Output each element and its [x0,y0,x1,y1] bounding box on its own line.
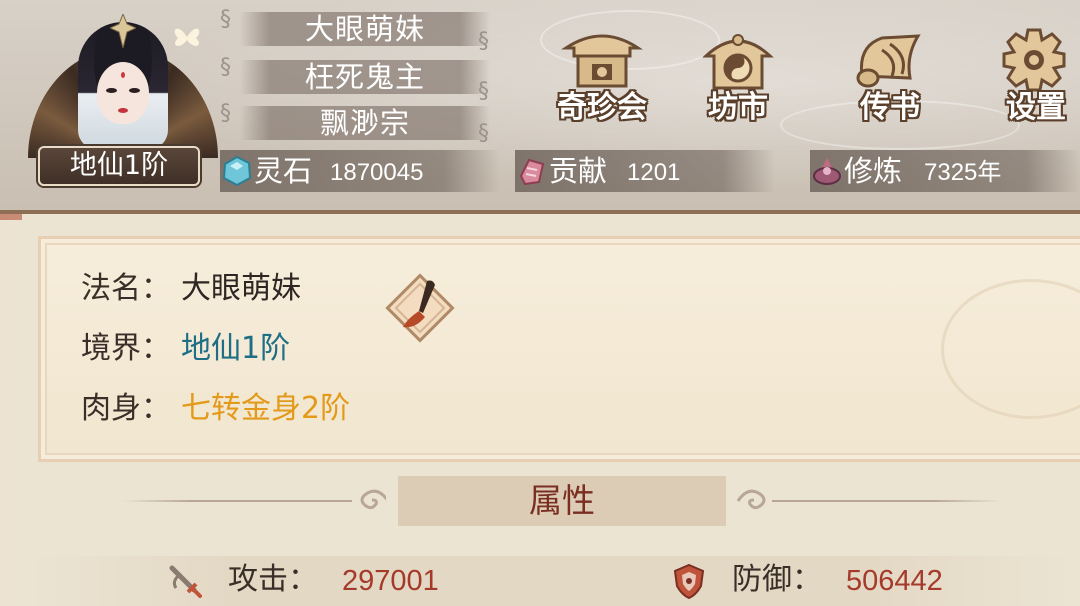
rename-brush-icon[interactable] [381,269,459,347]
dharma-name-value: 大眼萌妹 [181,271,301,306]
attack-stat: 攻击： 297001 [166,556,526,606]
resource-value: 1201 [627,159,681,186]
attributes-header: 属性 [122,476,1002,526]
player-sect: 飘渺宗 [240,106,490,140]
right-eye [129,88,140,93]
spirit-stone-icon [222,155,252,187]
main-content: 法名： 大眼萌妹 境界： 地仙1阶 肉身： 七转金身2阶 属性 攻击： 2970… [22,214,1080,606]
letter-button[interactable]: 传书 [840,26,940,130]
realm-row: 境界： 地仙1阶 [81,329,290,369]
body-row: 肉身： 七转金身2阶 [81,389,350,429]
stats-row: 攻击： 297001 防御： 506442 [22,556,1080,606]
hair-crown-icon [110,14,136,48]
realm-badge: 地仙1阶 [38,146,200,186]
scroll-end-icon: § [220,101,231,126]
menu-label: 坊市 [708,90,768,125]
dharma-name-label: 法名： [81,271,171,306]
defense-value: 506442 [846,565,943,597]
cloud-decoration [941,279,1080,419]
resource-label: 灵石 [254,154,313,188]
player-name: 大眼萌妹 [240,12,490,46]
dharma-name-row: 法名： 大眼萌妹 [81,269,301,309]
market-button[interactable]: 坊市 [688,26,788,130]
contribution-icon [519,158,545,186]
cloud-swirl-icon [736,489,766,510]
identity-panel: 法名： 大眼萌妹 境界： 地仙1阶 肉身： 七转金身2阶 [38,236,1080,462]
cultivation-icon [813,158,841,185]
resource-spirit-stone[interactable]: 灵石 1870045 [220,150,500,192]
settings-button[interactable]: 设置 [986,26,1080,130]
scroll-end-icon: § [478,121,489,146]
butterfly-icon [174,28,200,46]
player-avatar[interactable] [22,8,222,158]
top-header: 地仙1阶 § 大眼萌妹 § § 枉死鬼主 § § 飘渺宗 § 灵石 187004… [0,0,1080,220]
body-label: 肉身： [81,391,171,426]
section-title: 属性 [386,476,738,526]
resource-value: 7325年 [924,159,1002,186]
scroll-end-icon: § [478,79,489,104]
divider-line [772,500,1002,502]
sword-icon [169,565,202,598]
player-title: 枉死鬼主 [240,60,490,94]
character-info-screen: 地仙1阶 § 大眼萌妹 § § 枉死鬼主 § § 飘渺宗 § 灵石 187004… [0,0,1080,606]
menu-label: 设置 [1006,90,1066,125]
realm-label: 境界： [81,331,171,366]
resource-label: 贡献 [549,154,608,188]
defense-label: 防御： [732,562,822,597]
forehead-mark [121,72,125,78]
realm-value: 地仙1阶 [181,331,291,366]
attack-label: 攻击： [228,562,318,597]
shield-icon [673,563,705,600]
resource-label: 修炼 [844,154,903,188]
body-value: 七转金身2阶 [181,391,351,426]
menu-label: 传书 [860,90,920,125]
attack-value: 297001 [342,565,439,597]
resource-contribution[interactable]: 贡献 1201 [515,150,775,192]
lips [118,108,128,113]
scroll-end-icon: § [478,29,489,54]
resource-value: 1870045 [330,159,424,186]
scroll-end-icon: § [220,7,231,32]
treasure-auction-button[interactable]: 奇珍会 [552,26,652,130]
divider-line [122,500,352,502]
defense-stat: 防御： 506442 [670,556,1030,606]
scroll-end-icon: § [220,55,231,80]
resource-cultivation[interactable]: 修炼 7325年 [810,150,1080,192]
menu-label: 奇珍会 [557,90,647,125]
left-eye [106,88,117,93]
